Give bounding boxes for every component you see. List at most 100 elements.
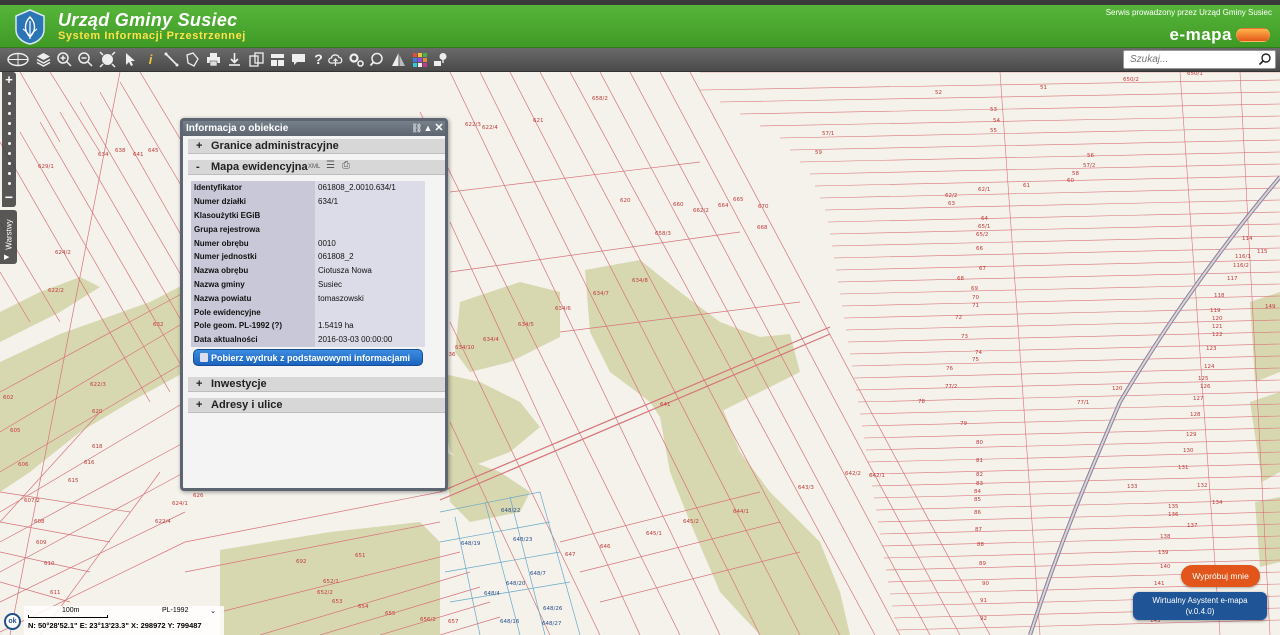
search-box (1123, 50, 1276, 69)
parcel-label: 72 (955, 315, 962, 321)
parcel-label: 78 (918, 399, 925, 405)
parcel-label: 648/27 (542, 621, 562, 627)
street-view-icon[interactable] (390, 51, 407, 68)
layout-icon[interactable] (269, 51, 286, 68)
download-icon[interactable] (226, 51, 243, 68)
zoom-out-icon[interactable] (77, 51, 94, 68)
zoom-level-dot[interactable] (8, 122, 11, 125)
pointer-icon[interactable] (121, 51, 138, 68)
panel-header[interactable]: Informacja o obiekcie ⛓ ▲ ✕ (183, 121, 445, 136)
parcel-label: 119 (1210, 308, 1221, 314)
virtual-assistant-button[interactable]: Wirtualny Asystent e-mapa (v.0.4.0) (1133, 592, 1267, 620)
attribute-value (315, 222, 425, 237)
full-extent-icon[interactable] (99, 51, 116, 68)
link-icon[interactable]: ⛓ (411, 122, 422, 134)
close-icon[interactable]: ✕ (434, 122, 444, 134)
zoom-level-dot[interactable] (8, 152, 11, 155)
parcel-label: 71 (972, 303, 979, 309)
attribute-row: Identyfikator 061808_2.0010.634/1 (191, 181, 425, 195)
section-addresses[interactable]: + Adresy i ulice (188, 398, 445, 413)
list-icon[interactable]: ☰ (326, 160, 335, 171)
emapa-logo[interactable]: e-mapa (1169, 25, 1270, 45)
ok-button[interactable]: ok (4, 613, 21, 630)
parcel-label: 621 (533, 118, 544, 124)
zoom-level-dot[interactable] (8, 182, 11, 185)
comment-icon[interactable] (290, 51, 307, 68)
section-investments[interactable]: + Inwestycje (188, 377, 445, 392)
zoom-level-dot[interactable] (8, 92, 11, 95)
attribute-value: 061808_2 (315, 249, 425, 264)
zoom-in-button[interactable]: + (2, 73, 16, 86)
collapse-icon[interactable]: ▲ (423, 122, 433, 134)
print-report-button[interactable]: Pobierz wydruk z podstawowymi informacja… (193, 349, 423, 366)
try-me-button[interactable]: Wypróbuj mnie (1181, 565, 1260, 587)
parcel-label: 650/1 (1187, 72, 1203, 77)
parcel-label: 648/22 (501, 508, 520, 514)
zoom-level-dot[interactable] (8, 162, 11, 165)
parcel-label: 654 (358, 604, 369, 610)
xml-icon[interactable]: XML (308, 164, 320, 170)
zoom-level-dot[interactable] (8, 112, 11, 115)
section-label: Inwestycje (211, 378, 267, 390)
zoom-level-dot[interactable] (8, 142, 11, 145)
color-grid-icon[interactable] (411, 51, 428, 68)
parcel-label: 75 (972, 357, 979, 363)
settings-icon[interactable] (348, 51, 365, 68)
parcel-label: 620 (620, 198, 631, 204)
attribute-row: Numer jednostki 061808_2 (191, 249, 425, 264)
measure-area-icon[interactable] (184, 51, 201, 68)
layers-icon[interactable] (35, 51, 52, 68)
layers-label: Warstwy (4, 219, 14, 250)
attribute-value: Ciotusza Nowa (315, 263, 425, 278)
parcel-label: 140 (1160, 564, 1171, 570)
help-icon[interactable]: ? (310, 51, 327, 68)
parcel-label: 648/7 (530, 571, 546, 577)
app-header: Urząd Gminy Susiec System Informacji Prz… (0, 5, 1280, 48)
expand-icon: + (196, 399, 203, 411)
parcel-label: 91 (980, 598, 987, 604)
parcel-label: 652/2 (317, 590, 333, 596)
pin-icon[interactable] (432, 51, 449, 68)
attribute-value: 2016-03-03 00:00:00 (315, 332, 425, 347)
parcel-label: 634 (98, 152, 109, 158)
zoom-out-button[interactable]: − (2, 190, 16, 204)
parcel-label: 648/16 (500, 619, 520, 625)
parcel-label: 115 (1257, 249, 1268, 255)
print-section-icon[interactable]: ⎙ (342, 160, 350, 171)
parcel-label: 85 (974, 497, 981, 503)
attribute-value: 634/1 (315, 194, 425, 209)
crs-select[interactable]: PL-1992 ⌄ (160, 607, 218, 618)
attribute-key: Numer obrębu (191, 236, 315, 250)
search-icon[interactable] (1257, 52, 1273, 67)
info-icon[interactable]: i (142, 51, 159, 68)
measure-line-icon[interactable] (163, 51, 180, 68)
parcel-label: 657 (448, 619, 459, 625)
globe-icon[interactable] (6, 51, 30, 68)
search-map-icon[interactable] (369, 51, 386, 68)
attribute-row: Pole ewidencyjne (191, 305, 425, 319)
zoom-control: + − (2, 72, 16, 207)
attribute-value: 061808_2.0010.634/1 (315, 181, 425, 195)
upload-icon[interactable] (327, 51, 344, 68)
parcel-label: 120 (1212, 316, 1223, 322)
expand-arrow-icon: ▶ (4, 254, 10, 261)
layers-panel-toggle[interactable]: Warstwy ▶ (0, 210, 17, 264)
zoom-in-icon[interactable] (56, 51, 73, 68)
section-admin-boundaries[interactable]: + Granice administracyjne (188, 139, 445, 154)
zoom-level-dot[interactable] (8, 102, 11, 105)
copy-icon[interactable] (248, 51, 265, 68)
parcel-label: 63 (948, 201, 955, 207)
parcel-label: 642/2 (845, 471, 861, 477)
zoom-level-dot[interactable] (8, 132, 11, 135)
zoom-level-dot[interactable] (8, 172, 11, 175)
section-cadastral-map[interactable]: - Mapa ewidencyjna XML ☰ ⎙ (188, 160, 445, 175)
parcel-label: 77/1 (1077, 400, 1089, 406)
parcel-label: 645 (148, 148, 159, 154)
parcel-label: 59 (815, 150, 822, 156)
parcel-label: 62/2 (945, 193, 957, 199)
search-input[interactable] (1124, 51, 1252, 68)
attribute-value: Susiec (315, 277, 425, 292)
print-icon[interactable] (205, 51, 222, 68)
parcel-label: 624/1 (172, 501, 188, 507)
scale-bar (28, 615, 108, 618)
